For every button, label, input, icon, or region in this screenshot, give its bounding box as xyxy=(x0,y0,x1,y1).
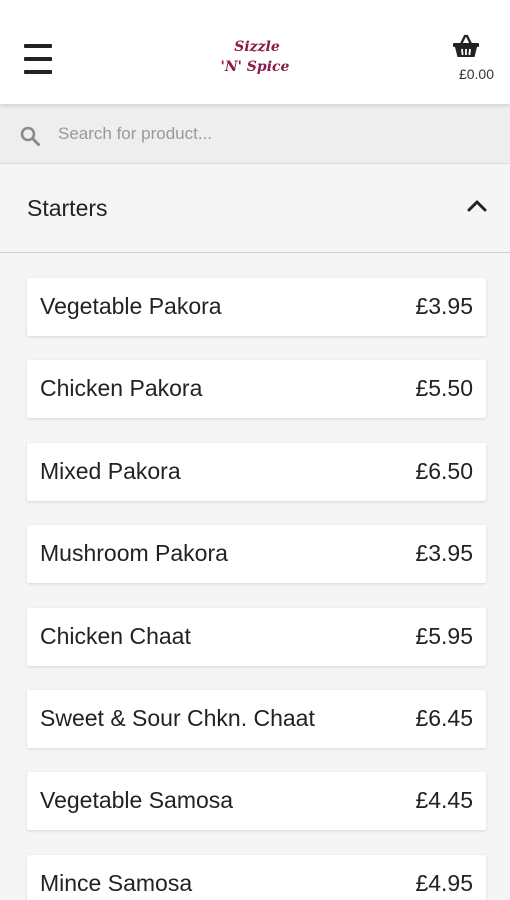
product-price: £4.95 xyxy=(415,869,473,896)
list-item[interactable]: Mushroom Pakora £3.95 xyxy=(27,525,486,584)
product-price: £5.50 xyxy=(415,375,473,402)
chevron-up-icon[interactable] xyxy=(466,197,488,213)
product-name: Chicken Pakora xyxy=(40,375,203,402)
list-item[interactable]: Chicken Pakora £5.50 xyxy=(27,360,486,419)
product-name: Chicken Chaat xyxy=(40,622,191,649)
brand-logo[interactable]: Sizzle 'N' Spice xyxy=(205,36,305,78)
product-price: £6.50 xyxy=(415,457,473,484)
cart-button[interactable]: £0.00 xyxy=(418,34,494,84)
cart-total: £0.00 xyxy=(458,66,494,82)
app-header: Sizzle 'N' Spice £0.00 xyxy=(0,0,510,104)
product-price: £4.45 xyxy=(415,787,473,814)
product-name: Mixed Pakora xyxy=(40,457,181,484)
list-item[interactable]: Sweet & Sour Chkn. Chaat £6.45 xyxy=(27,689,486,748)
product-name: Sweet & Sour Chkn. Chaat xyxy=(40,704,315,731)
list-item[interactable]: Vegetable Pakora £3.95 xyxy=(27,278,486,336)
search-bar xyxy=(0,104,510,164)
hamburger-menu-icon[interactable] xyxy=(24,44,52,74)
category-header-starters[interactable]: Starters xyxy=(0,165,510,253)
product-name: Mince Samosa xyxy=(40,869,193,896)
list-item[interactable]: Chicken Chaat £5.95 xyxy=(27,607,486,666)
list-item[interactable]: Vegetable Samosa £4.45 xyxy=(27,772,486,831)
list-item[interactable]: Mixed Pakora £6.50 xyxy=(27,442,486,501)
search-input[interactable] xyxy=(58,116,488,152)
product-name: Vegetable Pakora xyxy=(40,293,222,319)
search-icon xyxy=(20,126,40,146)
product-price: £3.95 xyxy=(415,540,473,567)
product-price: £6.45 xyxy=(415,704,473,731)
product-name: Mushroom Pakora xyxy=(40,540,228,567)
list-item[interactable]: Mince Samosa £4.95 xyxy=(27,854,486,900)
category-title: Starters xyxy=(27,195,108,221)
logo-line-1: Sizzle xyxy=(234,39,280,55)
product-name: Vegetable Samosa xyxy=(40,787,234,814)
logo-line-2: 'N' Spice xyxy=(221,59,290,75)
product-price: £3.95 xyxy=(415,293,473,319)
product-list: Vegetable Pakora £3.95 Chicken Pakora £5… xyxy=(27,278,486,900)
product-price: £5.95 xyxy=(415,622,473,649)
basket-icon xyxy=(453,34,479,57)
